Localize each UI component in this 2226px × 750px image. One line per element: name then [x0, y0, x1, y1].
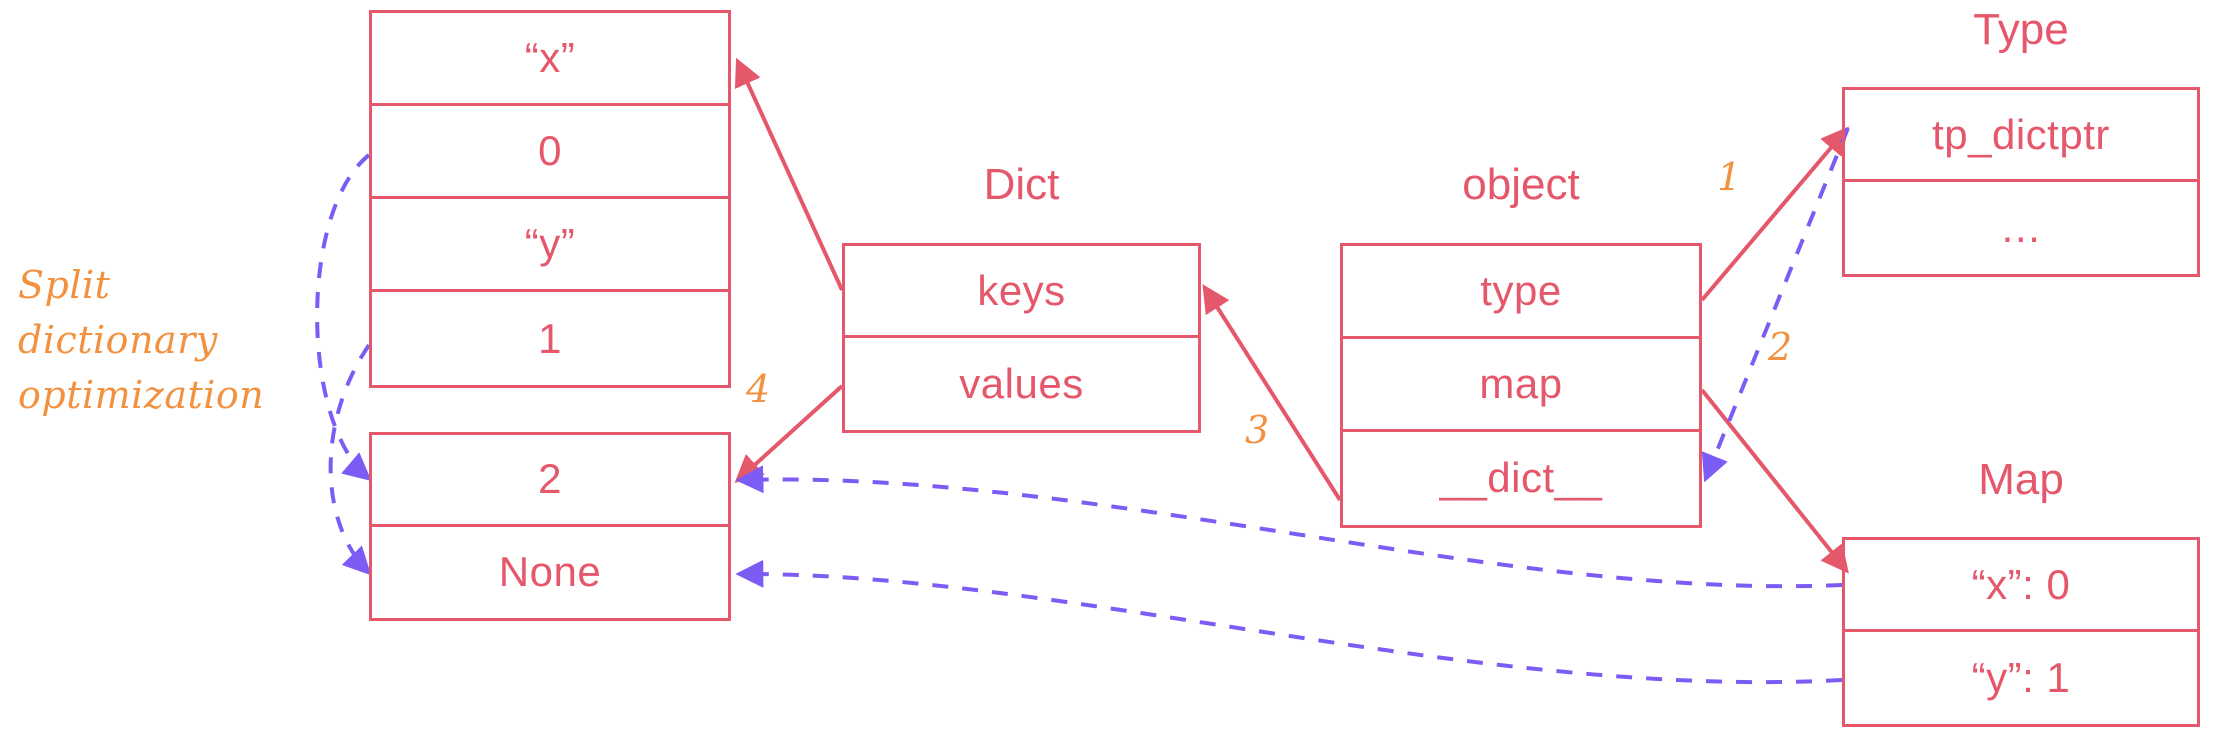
arrow-map-to-mapobject — [1700, 388, 1849, 574]
map-row-x: “x”: 0 — [1845, 540, 2197, 632]
step-label-2: 2 — [1768, 325, 1793, 369]
arrow-dict-to-dictobject — [1202, 284, 1342, 502]
keys-table-row: 1 — [538, 314, 562, 362]
dashed-key1-to-valuenone — [328, 343, 372, 576]
map-title: Map — [1978, 455, 2064, 504]
dashed-key0-to-value2 — [315, 153, 372, 482]
type-row-ellipsis: … — [1999, 204, 2043, 251]
dict-box: keys values — [842, 243, 1201, 433]
step-label-1: 1 — [1717, 155, 1742, 199]
map-row-y: “y”: 1 — [1971, 654, 2071, 701]
step-label-3: 3 — [1245, 408, 1270, 452]
arrow-keys-to-keystable — [734, 57, 844, 291]
keys-table-row: “y” — [372, 199, 728, 292]
dict-row-values: values — [959, 360, 1084, 407]
values-table: 2 None — [369, 432, 731, 621]
dict-row-keys: keys — [845, 246, 1198, 338]
object-row-dict: __dict__ — [1439, 454, 1603, 502]
object-title: object — [1462, 160, 1580, 209]
keys-table-row: “x” — [372, 13, 728, 106]
diagram-canvas: “x” 0 “y” 1 2 None Dict keys values obje… — [0, 0, 2226, 750]
values-table-row: None — [498, 548, 602, 596]
type-title: Type — [1973, 5, 2069, 54]
object-box: type map __dict__ — [1340, 243, 1702, 528]
values-table-row: 2 — [372, 435, 728, 527]
map-box: “x”: 0 “y”: 1 — [1842, 537, 2200, 727]
type-row-tpdictptr: tp_dictptr — [1845, 90, 2197, 182]
keys-table-row: 0 — [372, 106, 728, 199]
keys-table: “x” 0 “y” 1 — [369, 10, 731, 388]
dashed-mapy-to-valuenone — [735, 559, 1843, 685]
object-row-type: type — [1343, 246, 1699, 339]
split-dictionary-note: Split dictionary optimization — [18, 263, 265, 418]
object-row-map: map — [1343, 339, 1699, 432]
dict-title: Dict — [983, 160, 1060, 209]
step-label-4: 4 — [746, 367, 771, 411]
type-box: tp_dictptr … — [1842, 87, 2200, 277]
